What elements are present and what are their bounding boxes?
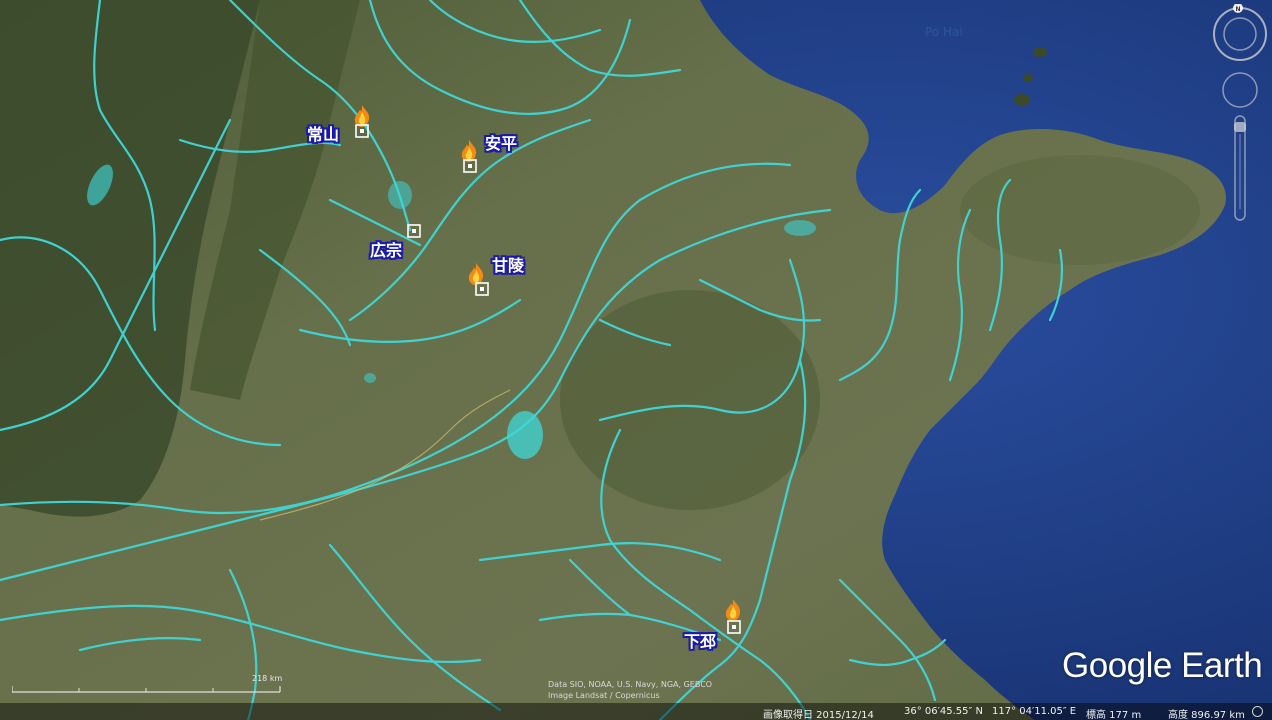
island [1014,94,1030,106]
square-target-icon [475,282,489,296]
attribution: Data SIO, NOAA, U.S. Navy, NGA, GEBCO Im… [548,679,712,701]
hill-area-2 [960,155,1200,265]
square-target-icon [727,620,741,634]
latitude-readout: 36° 06′45.55″ N [904,706,983,717]
attribution-line: Image Landsat / Copernicus [548,691,660,700]
satellite-map[interactable]: Po Hai 常山 安平 広宗 甘陵 下邳 N 218 km Data SIO,… [0,0,1272,720]
place-label-xiapi[interactable]: 下邳 [684,633,716,651]
square-target-icon [463,159,477,173]
place-marker-anping[interactable] [459,139,479,175]
longitude-readout: 117° 04′11.05″ E [992,706,1077,717]
zoom-slider[interactable] [1234,115,1246,221]
place-marker-changshan[interactable] [352,104,372,138]
place-label-anping[interactable]: 安平 [485,135,517,153]
eye-altitude-readout: 高度 896.97 km [1168,710,1245,720]
loading-indicator-icon [1252,706,1263,717]
elevation-readout: 標高 177 m [1086,710,1142,720]
scale-bar [11,676,282,696]
island [1023,74,1033,82]
island [1033,47,1047,57]
map-canvas[interactable] [0,0,1272,720]
lake [784,220,816,236]
sea-label: Po Hai [925,25,963,39]
place-label-ganling[interactable]: 甘陵 [492,257,524,275]
hill-area [560,290,820,510]
square-target-icon [407,224,421,238]
place-marker-xiapi[interactable] [723,598,743,634]
place-marker-ganling[interactable] [466,262,489,298]
north-indicator: N [1235,6,1240,13]
lake [364,373,376,383]
navigation-controls[interactable]: N [1210,3,1270,224]
look-joystick[interactable] [1222,72,1258,108]
google-earth-logo: Google Earth [1062,646,1263,685]
square-target-icon [355,124,369,138]
place-marker-guangzong[interactable] [407,223,421,238]
imagery-date: 画像取得日 2015/12/14 [763,710,874,720]
place-label-guangzong[interactable]: 広宗 [370,242,402,260]
scale-label: 218 km [252,674,283,683]
place-label-changshan[interactable]: 常山 [307,126,339,144]
status-bar: 画像取得日 2015/12/14 36° 06′45.55″ N 117° 04… [0,703,1272,720]
attribution-line: Data SIO, NOAA, U.S. Navy, NGA, GEBCO [548,680,713,689]
